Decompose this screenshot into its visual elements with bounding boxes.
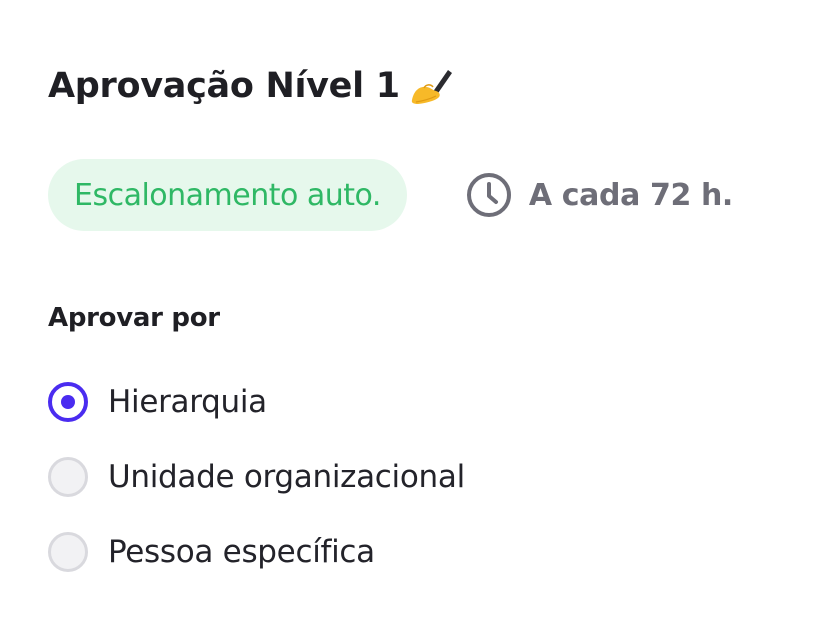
radio-option-specific-person[interactable]: Pessoa específica [48,530,465,574]
radio-option-hierarchy[interactable]: Hierarquia [48,380,465,424]
radio-option-label: Hierarquia [108,384,267,420]
schedule-info: A cada 72 h. [465,171,733,219]
approve-by-radio-group: Hierarquia Unidade organizacional Pessoa… [48,380,465,605]
approve-by-label: Aprovar por [48,303,220,333]
radio-button[interactable] [48,532,88,572]
radio-button[interactable] [48,457,88,497]
schedule-label: A cada 72 h. [528,177,733,213]
page-title: Aprovação Nível 1 [48,66,454,106]
radio-option-label: Unidade organizacional [108,459,465,495]
radio-option-organizational-unit[interactable]: Unidade organizacional [48,455,465,499]
auto-escalation-badge: Escalonamento auto. [48,159,407,231]
writing-hand-icon [410,66,454,106]
radio-button-selected[interactable] [48,382,88,422]
radio-option-label: Pessoa específica [108,534,375,570]
clock-icon [465,171,513,219]
approval-level-panel: Aprovação Nível 1 Escalonamento auto. A … [0,0,816,624]
escalation-row: Escalonamento auto. A cada 72 h. [48,159,733,231]
page-title-text: Aprovação Nível 1 [48,66,400,106]
